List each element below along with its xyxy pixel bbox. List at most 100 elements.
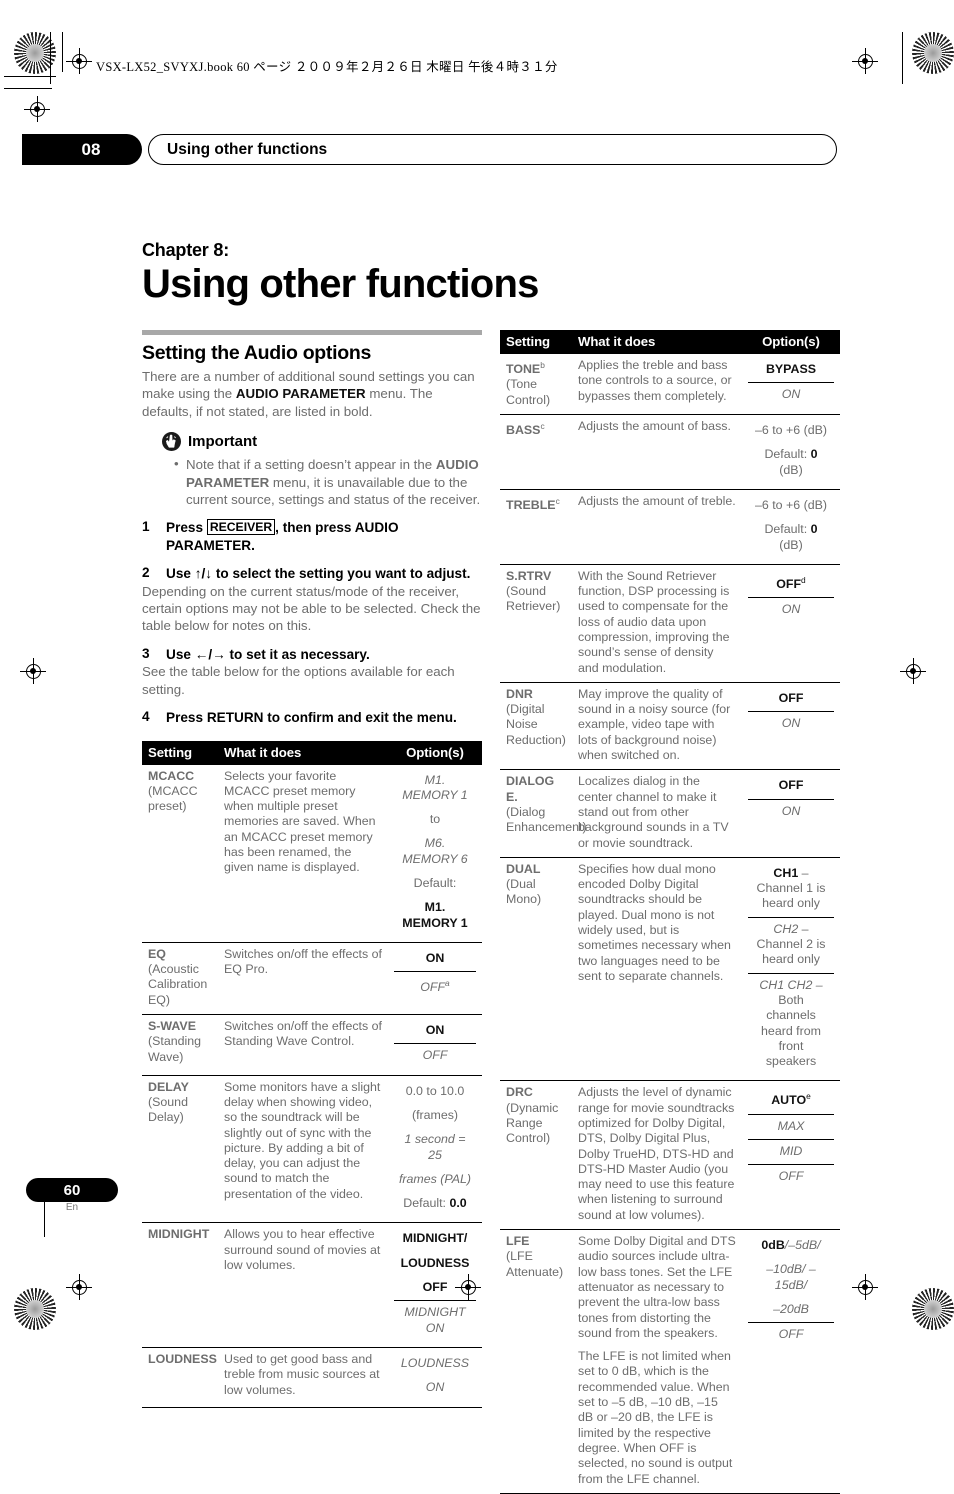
step-number: 3 [142, 645, 150, 661]
cell-description: Adjusts the amount of treble. [572, 488, 742, 565]
cell-setting: S.RTRV (Sound Retriever) [500, 563, 572, 683]
step-2: 2 Use ↑/↓ to select the setting you want… [142, 565, 482, 582]
bullet-text-1: Note that if a setting doesn’t appear in… [186, 457, 436, 473]
cell-setting: DRC (Dynamic Range Control) [500, 1080, 572, 1230]
option-value: M1. MEMORY 1 [402, 900, 468, 930]
step-text: Use ←/→ to set it as necessary. [166, 646, 370, 663]
cell-setting-subtitle: (MCACC preset) [148, 783, 198, 814]
cell-setting: MIDNIGHT [142, 1222, 218, 1348]
table-row: DIALOG E. (Dialog Enhancement) Localizes d… [500, 769, 840, 858]
table-bottom-rule-left [142, 1406, 482, 1408]
option-stack: OFF ON [748, 774, 834, 824]
cell-setting-subtitle: (Acoustic Calibration EQ) [148, 962, 208, 1007]
option-value: Default: [413, 875, 457, 890]
option-stack: OFF ON [748, 687, 834, 737]
section-title: Setting the Audio options [142, 342, 371, 364]
step-2-post: to select the setting you want to adjust… [212, 566, 471, 582]
cell-setting: TONEb (Tone Control) [500, 354, 572, 415]
step-number: 4 [142, 709, 150, 725]
option-value: 0dB/–5dB/ [761, 1238, 821, 1253]
table-row: TREBLEc Adjusts the amount of treble. –6 t… [500, 488, 840, 565]
option-value: OFF [394, 1043, 476, 1068]
table-body-right: TONEb (Tone Control) Applies the treble an… [500, 354, 840, 1493]
step-1: 1 Press RECEIVER, then press AUDIO PARAM… [142, 519, 482, 554]
column-header-setting: Setting [500, 330, 572, 354]
registration-mark-bottom-left [66, 1274, 92, 1300]
cell-description: Adjusts the level of dynamic range for m… [572, 1080, 742, 1230]
option-stack: ON OFF [394, 1019, 476, 1069]
page-language-code: En [65, 1202, 79, 1213]
option-stack: M1. MEMORY 1 to M6. MEMORY 6 Default: M1. ME… [394, 769, 476, 936]
cell-description: Specifies how dual mono encoded Dolby Di… [572, 856, 742, 1081]
option-value: M1. MEMORY 1 [402, 772, 468, 802]
table-row: EQ (Acoustic Calibration EQ) Switches on/o… [142, 941, 482, 1015]
intro-bold-term: AUDIO PARAMETER [235, 386, 366, 402]
table-row: BASSc Adjusts the amount of bass. –6 to +6… [500, 414, 840, 490]
step-number: 1 [142, 519, 150, 535]
cell-description: Switches on/off the effects of Standing … [218, 1014, 388, 1076]
option-value: MIDNIGHT ON [394, 1300, 476, 1341]
cell-options: OFF ON [742, 769, 840, 858]
cell-setting-subtitle: (Sound Retriever) [506, 584, 561, 614]
cell-description: May improve the quality of sound in a no… [572, 681, 742, 770]
option-stack: –6 to +6 (dB) Default: 0 (dB) [748, 419, 834, 483]
step-1-pre: Press [166, 520, 207, 536]
cell-options: 0dB/–5dB/ –10dB/ –15dB/ –20dB OFF [742, 1229, 840, 1493]
option-value: CH1 – Channel 1 is heard only [756, 865, 826, 911]
step-3: 3 Use ←/→ to set it as necessary. [142, 646, 482, 663]
option-value: OFF [748, 1164, 834, 1189]
cell-setting: S-WAVE (Standing Wave) [142, 1014, 218, 1076]
chapter-number-chip: 08 [22, 134, 142, 165]
option-value: AUTOe [771, 1091, 811, 1108]
table-row: S.RTRV (Sound Retriever) With the Sound Re… [500, 563, 840, 683]
option-value: –10dB/ –15dB/ [766, 1262, 816, 1292]
important-note: Important Note that if a setting doesn’t… [162, 432, 482, 508]
running-head: 08 Using other functions [22, 134, 837, 166]
option-value: 1 second = 25 [404, 1132, 466, 1162]
cell-options: –6 to +6 (dB) Default: 0 (dB) [742, 414, 840, 490]
step-text: Press RETURN to confirm and exit the men… [166, 710, 457, 726]
option-value: MID [748, 1139, 834, 1164]
step-text: Press RECEIVER, then press AUDIO PARAMET… [166, 519, 482, 554]
registration-mark-right-middle [900, 658, 926, 684]
important-header: Important [162, 432, 482, 452]
option-value: CH2 – Channel 2 is heard only [748, 916, 834, 973]
receiver-keycap: RECEIVER [206, 519, 276, 536]
cell-setting: DUAL (Dual Mono) [500, 856, 572, 1081]
option-value: frames (PAL) [398, 1171, 472, 1186]
crop-mark-horizontal-left [4, 76, 56, 77]
table-header-row: Setting What it does Option(s) [142, 740, 482, 765]
cell-description: Some Dolby Digital and DTS audio sources… [572, 1229, 742, 1493]
cell-setting-subtitle: (Dual Mono) [506, 877, 542, 907]
cell-description: Allows you to hear effective surround so… [218, 1222, 388, 1348]
footnote-marker: c [540, 421, 545, 432]
table-row: S-WAVE (Standing Wave) Switches on/off the… [142, 1014, 482, 1076]
table-row: DELAY (Sound Delay) Some monitors have a s… [142, 1074, 482, 1223]
cell-setting: BASSc [500, 414, 572, 490]
halftone-registration-circle-bottom-right [912, 1288, 954, 1330]
halftone-registration-circle-bottom-left [14, 1288, 56, 1330]
option-stack: AUTOe MAX MID OFF [748, 1085, 834, 1189]
cell-setting-subtitle: (Standing Wave) [148, 1034, 202, 1064]
option-value: –20dB [773, 1301, 809, 1316]
table-row: MCACC (MCACC preset) Selects your favorite… [142, 765, 482, 943]
cell-description: Selects your favorite MCACC preset memor… [224, 768, 376, 875]
halftone-registration-circle-top-right [912, 32, 954, 74]
step-3-pre: Use [166, 646, 195, 662]
step-text: Use ↑/↓ to select the setting you want t… [166, 565, 470, 582]
cell-options: –6 to +6 (dB) Default: 0 (dB) [742, 488, 840, 565]
table-row: TONEb (Tone Control) Applies the treble an… [500, 354, 840, 415]
option-value: –6 to +6 (dB) [755, 497, 827, 512]
column-header-options: Option(s) [388, 740, 482, 765]
option-value: to [429, 812, 441, 827]
audio-options-table-left: Setting What it does Option(s) MCACC (MCA… [142, 740, 482, 1407]
option-stack: 0.0 to 10.0 (frames) 1 second = 25 frames (… [394, 1080, 476, 1217]
option-value: OFF [778, 690, 804, 705]
cell-setting-subtitle: (Dynamic Range Control) [506, 1100, 559, 1146]
up-down-arrows-icon: ↑/↓ [194, 566, 213, 582]
list-item: Note that if a setting doesn’t appear in… [174, 455, 482, 508]
left-right-arrows-icon: ←/→ [194, 646, 226, 662]
cell-setting: DIALOG E. (Dialog Enhancement) [500, 769, 587, 858]
option-value: OFFd [776, 574, 806, 591]
option-value: LOUDNESS [400, 1255, 470, 1270]
